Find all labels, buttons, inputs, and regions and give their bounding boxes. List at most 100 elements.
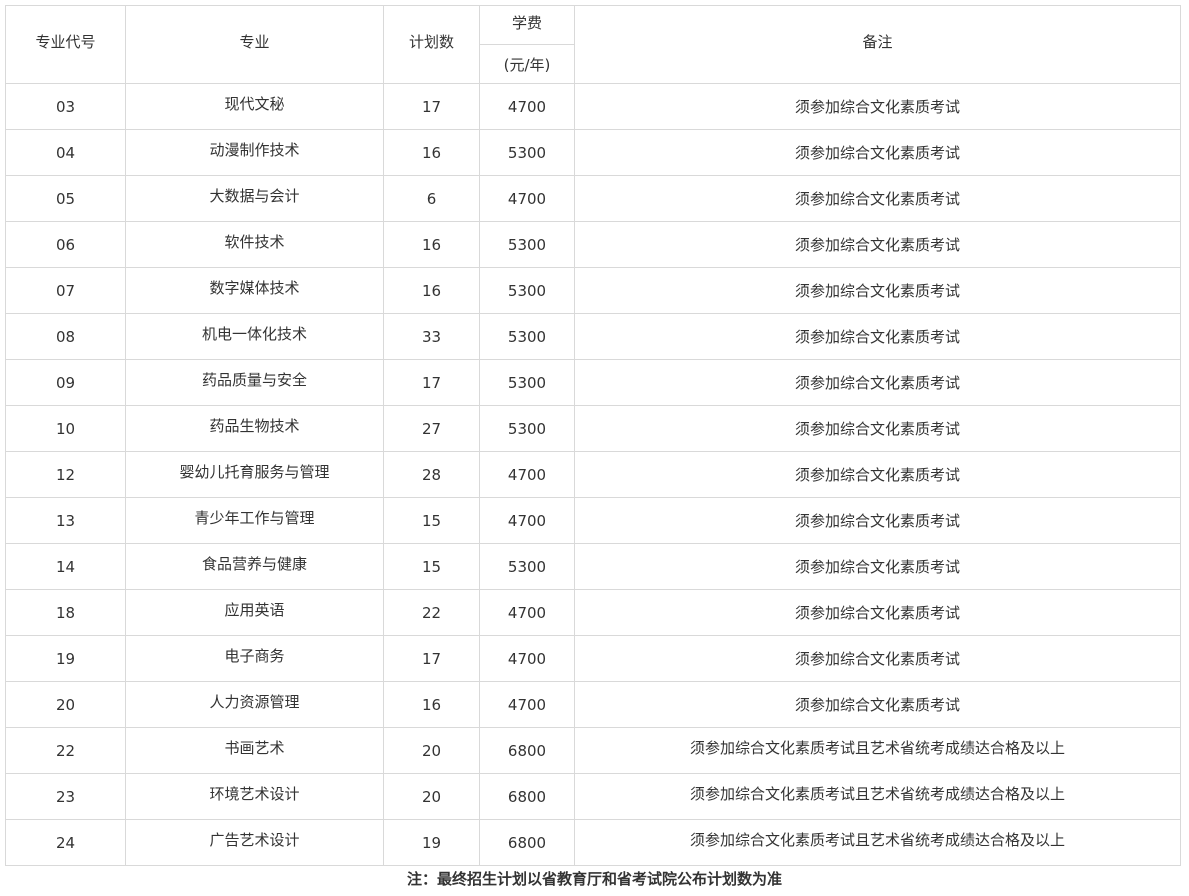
cell-plan: 16 <box>383 267 480 314</box>
cell-fee: 5300 <box>479 405 575 452</box>
cell-major: 大数据与会计 <box>125 175 384 222</box>
cell-major: 人力资源管理 <box>125 681 384 728</box>
footnote: 注：最终招生计划以省教育厅和省考试院公布计划数为准 <box>406 870 782 888</box>
table-row: 19 电子商务 17 4700 须参加综合文化素质考试 <box>5 635 1181 682</box>
cell-remark: 须参加综合文化素质考试且艺术省统考成绩达合格及以上 <box>574 773 1181 820</box>
cell-remark: 须参加综合文化素质考试 <box>574 405 1181 452</box>
cell-code: 20 <box>5 681 126 728</box>
cell-plan: 20 <box>383 773 480 820</box>
cell-remark: 须参加综合文化素质考试 <box>574 83 1181 130</box>
cell-remark: 须参加综合文化素质考试且艺术省统考成绩达合格及以上 <box>574 727 1181 774</box>
cell-fee: 5300 <box>479 267 575 314</box>
header-code: 专业代号 <box>5 5 126 84</box>
cell-code: 04 <box>5 129 126 176</box>
table-row: 14 食品营养与健康 15 5300 须参加综合文化素质考试 <box>5 543 1181 590</box>
table-row: 05 大数据与会计 6 4700 须参加综合文化素质考试 <box>5 175 1181 222</box>
table-row: 23 环境艺术设计 20 6800 须参加综合文化素质考试且艺术省统考成绩达合格及以上 <box>5 773 1181 820</box>
table-row: 24 广告艺术设计 19 6800 须参加综合文化素质考试且艺术省统考成绩达合格及以上 <box>5 819 1181 866</box>
header-fee: 学费 <box>479 5 575 45</box>
table-row: 22 书画艺术 20 6800 须参加综合文化素质考试且艺术省统考成绩达合格及以上 <box>5 727 1181 774</box>
cell-major: 药品质量与安全 <box>125 359 384 406</box>
cell-major: 数字媒体技术 <box>125 267 384 314</box>
cell-plan: 6 <box>383 175 480 222</box>
cell-major: 现代文秘 <box>125 83 384 130</box>
cell-fee: 4700 <box>479 681 575 728</box>
table-row: 03 现代文秘 17 4700 须参加综合文化素质考试 <box>5 83 1181 130</box>
cell-plan: 20 <box>383 727 480 774</box>
cell-code: 24 <box>5 819 126 866</box>
cell-remark: 须参加综合文化素质考试 <box>574 221 1181 268</box>
cell-code: 10 <box>5 405 126 452</box>
table-row: 18 应用英语 22 4700 须参加综合文化素质考试 <box>5 589 1181 636</box>
cell-code: 13 <box>5 497 126 544</box>
cell-plan: 17 <box>383 83 480 130</box>
cell-plan: 17 <box>383 635 480 682</box>
cell-fee: 4700 <box>479 451 575 498</box>
cell-fee: 4700 <box>479 83 575 130</box>
cell-major: 青少年工作与管理 <box>125 497 384 544</box>
cell-remark: 须参加综合文化素质考试 <box>574 175 1181 222</box>
cell-fee: 5300 <box>479 313 575 360</box>
cell-code: 19 <box>5 635 126 682</box>
cell-fee: 5300 <box>479 129 575 176</box>
table-row: 04 动漫制作技术 16 5300 须参加综合文化素质考试 <box>5 129 1181 176</box>
cell-code: 05 <box>5 175 126 222</box>
cell-remark: 须参加综合文化素质考试 <box>574 313 1181 360</box>
header-remark: 备注 <box>574 5 1181 84</box>
table-header: 专业代号 专业 计划数 学费 备注 (元/年) <box>5 5 1181 84</box>
header-major: 专业 <box>125 5 384 84</box>
cell-plan: 17 <box>383 359 480 406</box>
cell-major: 食品营养与健康 <box>125 543 384 590</box>
cell-major: 药品生物技术 <box>125 405 384 452</box>
cell-fee: 6800 <box>479 819 575 866</box>
cell-major: 动漫制作技术 <box>125 129 384 176</box>
cell-code: 22 <box>5 727 126 774</box>
cell-plan: 15 <box>383 497 480 544</box>
cell-fee: 5300 <box>479 543 575 590</box>
cell-major: 应用英语 <box>125 589 384 636</box>
cell-plan: 28 <box>383 451 480 498</box>
table-row: 09 药品质量与安全 17 5300 须参加综合文化素质考试 <box>5 359 1181 406</box>
cell-plan: 33 <box>383 313 480 360</box>
cell-code: 06 <box>5 221 126 268</box>
cell-fee: 4700 <box>479 175 575 222</box>
table-row: 07 数字媒体技术 16 5300 须参加综合文化素质考试 <box>5 267 1181 314</box>
cell-remark: 须参加综合文化素质考试 <box>574 635 1181 682</box>
cell-code: 23 <box>5 773 126 820</box>
cell-remark: 须参加综合文化素质考试 <box>574 589 1181 636</box>
cell-remark: 须参加综合文化素质考试 <box>574 359 1181 406</box>
table-row: 13 青少年工作与管理 15 4700 须参加综合文化素质考试 <box>5 497 1181 544</box>
cell-plan: 16 <box>383 129 480 176</box>
cell-remark: 须参加综合文化素质考试 <box>574 681 1181 728</box>
cell-code: 07 <box>5 267 126 314</box>
cell-fee: 4700 <box>479 635 575 682</box>
cell-fee: 5300 <box>479 221 575 268</box>
cell-plan: 16 <box>383 681 480 728</box>
cell-plan: 27 <box>383 405 480 452</box>
cell-code: 14 <box>5 543 126 590</box>
cell-fee: 6800 <box>479 727 575 774</box>
cell-major: 电子商务 <box>125 635 384 682</box>
cell-plan: 15 <box>383 543 480 590</box>
header-fee-unit: (元/年) <box>479 44 575 84</box>
cell-major: 环境艺术设计 <box>125 773 384 820</box>
cell-plan: 19 <box>383 819 480 866</box>
cell-major: 婴幼儿托育服务与管理 <box>125 451 384 498</box>
cell-fee: 5300 <box>479 359 575 406</box>
cell-remark: 须参加综合文化素质考试 <box>574 543 1181 590</box>
cell-plan: 16 <box>383 221 480 268</box>
header-plan: 计划数 <box>383 5 480 84</box>
cell-remark: 须参加综合文化素质考试 <box>574 451 1181 498</box>
cell-major: 软件技术 <box>125 221 384 268</box>
cell-major: 广告艺术设计 <box>125 819 384 866</box>
cell-code: 03 <box>5 83 126 130</box>
cell-fee: 4700 <box>479 497 575 544</box>
cell-remark: 须参加综合文化素质考试且艺术省统考成绩达合格及以上 <box>574 819 1181 866</box>
cell-major: 书画艺术 <box>125 727 384 774</box>
table-body: 03 现代文秘 17 4700 须参加综合文化素质考试 04 动漫制作技术 16 5300 须参加… <box>5 83 1181 866</box>
cell-code: 09 <box>5 359 126 406</box>
cell-remark: 须参加综合文化素质考试 <box>574 129 1181 176</box>
cell-code: 08 <box>5 313 126 360</box>
enrollment-plan-table: 专业代号 专业 计划数 学费 备注 (元/年) 03 现代文秘 17 4700 须参加综… <box>5 5 1181 866</box>
cell-code: 12 <box>5 451 126 498</box>
